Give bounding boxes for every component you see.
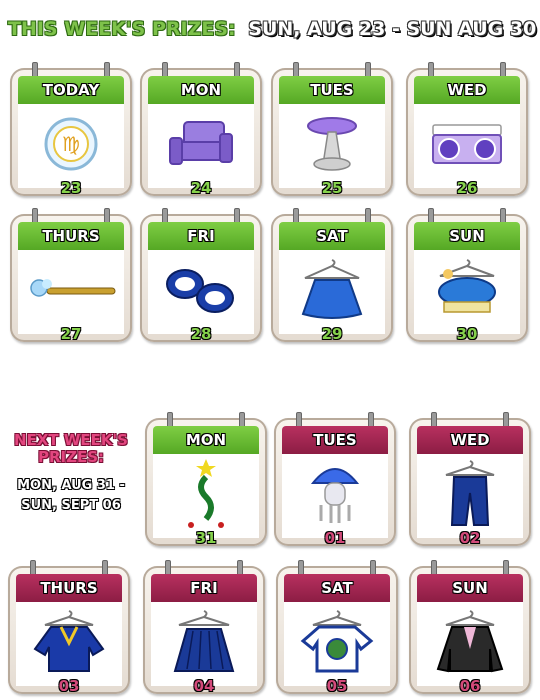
calendar-date: 01	[324, 529, 346, 547]
cuffs-icon	[166, 269, 234, 314]
calendar-date: 31	[195, 529, 217, 547]
suit-jacket-icon	[436, 610, 504, 673]
calendar-date: 04	[193, 677, 215, 695]
calendar-card-fri[interactable]: FRI 28	[140, 208, 262, 343]
pants-icon	[445, 460, 495, 527]
calendar-card-tues[interactable]: TUES 25	[271, 62, 393, 197]
calendar-date: 23	[60, 179, 82, 197]
calendar-card-wed[interactable]: WED 26	[406, 62, 528, 197]
calendar-card-today[interactable]: TODAY ♍ 23	[10, 62, 132, 197]
sweater-icon	[33, 610, 105, 673]
skirt-icon	[301, 259, 363, 320]
calendar-day-label: TUES	[310, 81, 354, 99]
calendar-day-label: SAT	[321, 579, 353, 597]
tshirt-icon	[300, 610, 374, 673]
next-week-label: NEXT WEEK'S PRIZES: MON, AUG 31 - SUN, S…	[6, 432, 136, 516]
calendar-day-label: MON	[185, 431, 227, 449]
calendar-card-next-tues[interactable]: TUES 01	[274, 412, 396, 547]
calendar-card-sat[interactable]: SAT 29	[271, 208, 393, 343]
calendar-date: 02	[459, 529, 481, 547]
calendar-card-next-fri[interactable]: FRI 04	[143, 560, 265, 695]
calendar-day-label: SUN	[449, 227, 485, 245]
calendar-day-label: MON	[180, 81, 222, 99]
calendar-date: 25	[321, 179, 343, 197]
next-week-range-line2: SUN, SEPT 06	[21, 498, 121, 513]
calendar-date: 27	[60, 325, 82, 343]
next-week-title-line1: NEXT WEEK'S	[14, 431, 128, 449]
calendar-card-next-mon[interactable]: MON 31	[145, 412, 267, 547]
next-week-title-line2: PRIZES:	[37, 448, 105, 466]
calendar-date: 03	[58, 677, 80, 695]
calendar-day-label: THURS	[42, 227, 100, 245]
calendar-day-label: THURS	[40, 579, 98, 597]
header-title: THIS WEEK'S PRIZES:	[8, 18, 236, 40]
next-week-range-line1: MON, AUG 31 -	[17, 478, 125, 493]
calendar-day-label: FRI	[190, 579, 218, 597]
calendar-date: 26	[456, 179, 478, 197]
calendar-day-label: TODAY	[42, 81, 100, 99]
calendar-card-next-sat[interactable]: SAT 05	[276, 560, 398, 695]
jellyfish-icon	[310, 468, 360, 524]
calendar-date: 30	[456, 325, 478, 343]
calendar-card-next-wed[interactable]: WED 02	[409, 412, 531, 547]
calendar-date: 06	[459, 677, 481, 695]
wand-icon	[30, 279, 116, 298]
calendar-day-label: TUES	[313, 431, 357, 449]
pleated-skirt-icon	[173, 610, 235, 673]
calendar-date: 29	[321, 325, 343, 343]
calendar-card-mon[interactable]: MON 24	[140, 62, 262, 197]
header-range: SUN, AUG 23 - SUN AUG 30	[248, 18, 537, 40]
calendar-date: 28	[190, 325, 212, 343]
calendar-card-next-thurs[interactable]: THURS 03	[8, 560, 130, 695]
calendar-card-sun[interactable]: SUN 30	[406, 208, 528, 343]
calendar-day-label: SUN	[452, 579, 488, 597]
calendar-day-label: WED	[450, 431, 490, 449]
page-header: THIS WEEK'S PRIZES: SUN, AUG 23 - SUN AU…	[8, 18, 536, 40]
calendar-card-next-sun[interactable]: SUN 06	[409, 560, 531, 695]
calendar-day-label: WED	[447, 81, 487, 99]
calendar-day-label: FRI	[187, 227, 215, 245]
zodiac-coin-icon: ♍	[44, 117, 98, 171]
calendar-card-thurs[interactable]: THURS 27	[10, 208, 132, 343]
tutu-icon	[438, 259, 496, 314]
round-table-icon	[307, 117, 357, 172]
svg-text:♍: ♍	[62, 132, 80, 156]
calendar-day-label: SAT	[316, 227, 348, 245]
calendar-date: 05	[326, 677, 348, 695]
armchair-icon	[169, 121, 233, 166]
speaker-bench-icon	[432, 124, 502, 165]
vine-plant-icon	[188, 459, 224, 529]
calendar-date: 24	[190, 179, 212, 197]
